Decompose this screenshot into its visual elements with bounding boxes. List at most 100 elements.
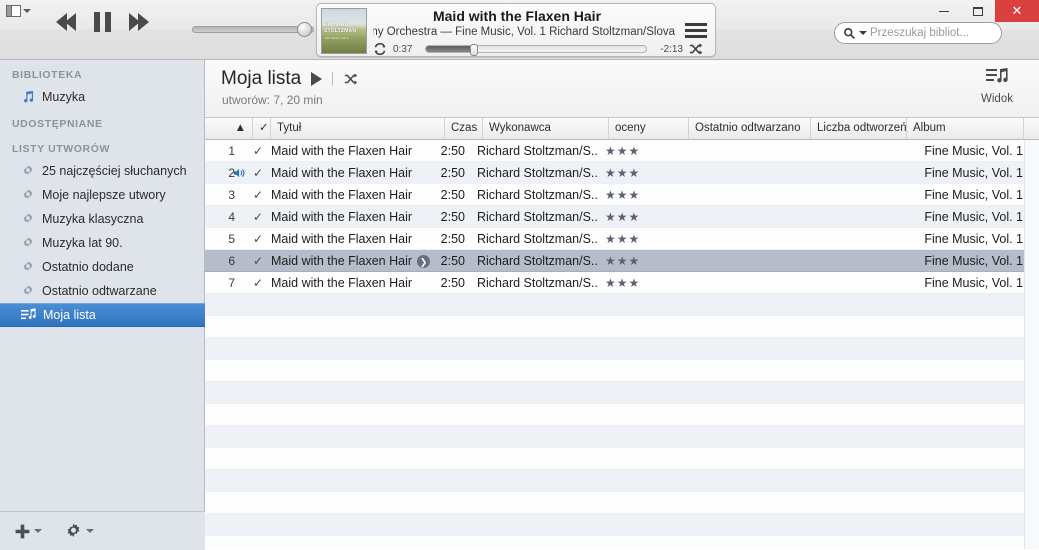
track-rating[interactable]: ★★★ [605, 184, 695, 206]
table-row[interactable]: 2 ✓ Maid with the Flaxen Hair 2:50 Richard S… [205, 162, 1039, 184]
track-checkbox[interactable]: ✓ [253, 206, 269, 228]
shuffle-icon[interactable] [689, 42, 703, 56]
sidebar-toggle-icon [6, 5, 21, 17]
column-header-time[interactable]: Czas [445, 118, 483, 139]
track-checkbox[interactable]: ✓ [253, 272, 269, 294]
column-header-album[interactable]: Album [907, 118, 1024, 139]
volume-slider[interactable] [192, 22, 314, 37]
rating-stars-filled: ★★★ [605, 254, 641, 268]
track-title-text: Maid with the Flaxen Hair [271, 144, 413, 158]
shuffle-icon[interactable] [343, 72, 359, 86]
sidebar-item-ostatnio-dodane[interactable]: Ostatnio dodane [0, 255, 205, 279]
track-checkbox[interactable]: ✓ [253, 250, 269, 272]
table-row-empty [205, 492, 1039, 514]
vertical-scrollbar[interactable] [1024, 140, 1039, 549]
add-playlist-button[interactable] [14, 523, 42, 540]
search-chevron-down-icon[interactable] [859, 31, 867, 35]
volume-track [192, 26, 314, 33]
track-title: Maid with the Flaxen Hair ❯ [271, 250, 441, 272]
scrubber-fill [426, 46, 475, 52]
column-header-last-played[interactable]: Ostatnio odtwarzano [689, 118, 811, 139]
track-rating[interactable]: ★★★ [605, 272, 695, 294]
playlist-icon [21, 308, 36, 320]
table-row-empty [205, 360, 1039, 382]
title-bar: ✕ RICHARD STOLTZMAN Fine Music, Vol. 1 M… [0, 0, 1039, 60]
volume-knob[interactable] [297, 22, 312, 37]
close-button[interactable]: ✕ [995, 0, 1039, 22]
track-album: Fine Music, Vol. 1 [924, 210, 1023, 224]
scrubber-knob[interactable] [470, 44, 478, 56]
track-last-played [685, 140, 793, 162]
table-row-empty [205, 316, 1039, 338]
track-checkbox[interactable]: ✓ [253, 162, 269, 184]
column-header-rating[interactable]: oceny [609, 118, 689, 139]
rewind-button[interactable] [56, 13, 76, 31]
track-rating[interactable]: ★★★ [605, 140, 695, 162]
play-icon[interactable] [311, 72, 323, 86]
elapsed-time: 0:37 [393, 43, 413, 55]
rewind-icon [65, 13, 76, 31]
table-row[interactable]: 7 ✓ Maid with the Flaxen Hair 2:50 Richard S… [205, 272, 1039, 294]
track-artist: Richard Stoltzman/S... [477, 188, 597, 202]
table-row[interactable]: 4 ✓ Maid with the Flaxen Hair 2:50 Richard S… [205, 206, 1039, 228]
table-row[interactable]: 3 ✓ Maid with the Flaxen Hair 2:50 Richard S… [205, 184, 1039, 206]
minimize-button[interactable] [927, 0, 961, 22]
playback-scrubber[interactable] [425, 44, 647, 56]
track-time: 2:50 [440, 254, 465, 268]
column-header-play-count[interactable]: Liczba odtworzeń [811, 118, 907, 139]
sidebar-item-muzyka-klasyczna[interactable]: Muzyka klasyczna [0, 207, 205, 231]
track-checkbox[interactable]: ✓ [253, 184, 269, 206]
track-checkbox[interactable]: ✓ [253, 140, 269, 162]
track-rating[interactable]: ★★★ [605, 206, 695, 228]
track-play-count [803, 272, 898, 294]
table-row[interactable]: 5 ✓ Maid with the Flaxen Hair 2:50 Richard S… [205, 228, 1039, 250]
page-title: Moja lista [221, 68, 302, 89]
sidebar-item-muzyka[interactable]: Muzyka [0, 85, 205, 109]
sidebar-item-25-najcz-ciej-s-uchanych[interactable]: 25 najczęściej słuchanych [0, 159, 205, 183]
maximize-button[interactable] [961, 0, 995, 22]
sidebar-item-moje-najlepsze-utwory[interactable]: Moje najlepsze utwory [0, 183, 205, 207]
sidebar-toggle-button[interactable] [6, 3, 36, 19]
track-checkbox[interactable]: ✓ [253, 228, 269, 250]
now-playing-display[interactable]: RICHARD STOLTZMAN Fine Music, Vol. 1 Mai… [316, 3, 716, 57]
column-header-check[interactable]: ✓ [253, 118, 271, 139]
settings-button[interactable] [64, 522, 94, 541]
track-album: Fine Music, Vol. 1 [924, 276, 1023, 290]
view-button[interactable]: Widok [969, 67, 1025, 105]
track-number: 2 [228, 166, 235, 180]
minimize-icon [939, 10, 949, 12]
up-next-list-icon[interactable] [685, 20, 707, 40]
track-rating[interactable]: ★★★ [605, 162, 695, 184]
track-last-played [685, 162, 793, 184]
track-title-text: Maid with the Flaxen Hair [271, 188, 413, 202]
pause-button[interactable] [94, 12, 111, 32]
view-list-music-icon [986, 68, 1008, 83]
sidebar-item-ostatnio-odtwarzane[interactable]: Ostatnio odtwarzane [0, 279, 205, 303]
music-note-icon [23, 90, 34, 103]
table-row[interactable]: 1 ✓ Maid with the Flaxen Hair 2:50 Richard S… [205, 140, 1039, 162]
fast-forward-button[interactable] [129, 13, 149, 31]
sidebar-item-label: Ostatnio dodane [42, 260, 134, 274]
rating-stars-filled: ★★★ [605, 188, 641, 202]
track-number: 1 [228, 144, 235, 158]
gear-icon [67, 523, 80, 537]
rating-stars-filled: ★★★ [605, 276, 641, 290]
track-album: Fine Music, Vol. 1 [924, 188, 1023, 202]
sidebar-item-label: Ostatnio odtwarzane [42, 284, 157, 298]
sidebar-item-label: Moja lista [43, 308, 96, 322]
column-header-artist[interactable]: Wykonawca [483, 118, 609, 139]
table-row[interactable]: 6 ✓ Maid with the Flaxen Hair ❯ 2:50 Richard … [205, 250, 1039, 272]
playlist-summary: utworów: 7, 20 min [222, 93, 323, 107]
sort-indicator[interactable]: ▲ [205, 118, 253, 139]
album-art-title: RICHARD STOLTZMAN [324, 22, 357, 34]
track-time: 2:50 [440, 232, 465, 246]
search-input[interactable]: Przeszukaj bibliot... [834, 22, 1002, 44]
track-rating[interactable]: ★★★ [605, 228, 695, 250]
repeat-icon[interactable] [373, 42, 387, 56]
track-rating[interactable]: ★★★ · · [605, 250, 695, 272]
column-header-title[interactable]: Tytuł [271, 118, 445, 139]
sidebar-item-moja-lista[interactable]: Moja lista [0, 303, 205, 327]
playlist-title-row: Moja lista [221, 68, 359, 90]
sidebar-item-muzyka-lat-90[interactable]: Muzyka lat 90. [0, 231, 205, 255]
track-artist: Richard Stoltzman/S... [477, 210, 597, 224]
